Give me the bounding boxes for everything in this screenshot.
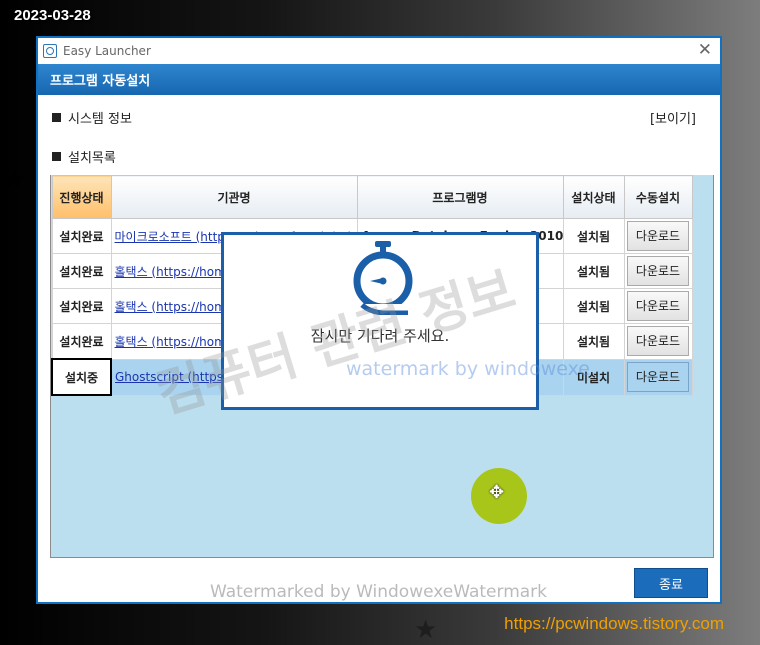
watermark-windowexe: watermark by windowexe xyxy=(346,358,590,380)
cell-status: 설치완료 xyxy=(51,218,112,254)
column-header-status[interactable]: 진행상태 xyxy=(51,175,112,219)
cell-action: 다운로드 xyxy=(623,288,693,324)
cell-install-state: 설치됨 xyxy=(562,253,625,289)
cell-status: 설치완료 xyxy=(51,253,112,289)
table-header-row: 진행상태 기관명 프로그램명 설치상태 수동설치 xyxy=(51,175,693,219)
cell-status: 설치완료 xyxy=(51,288,112,324)
column-header-manual-install[interactable]: 수동설치 xyxy=(623,175,693,219)
install-list-label: 설치목록 xyxy=(68,151,116,166)
cell-status: 설치중 xyxy=(51,358,112,396)
column-header-install-state[interactable]: 설치상태 xyxy=(562,175,625,219)
close-icon[interactable]: ✕ xyxy=(698,40,712,60)
download-button[interactable]: 다운로드 xyxy=(627,362,689,392)
cell-action: 다운로드 xyxy=(623,358,693,396)
cell-install-state: 설치됨 xyxy=(562,288,625,324)
title-bar[interactable]: Easy Launcher ✕ xyxy=(38,38,720,64)
cell-status: 설치완료 xyxy=(51,323,112,360)
date-stamp: 2023-03-28 xyxy=(14,7,91,24)
easy-launcher-window: Easy Launcher ✕ 프로그램 자동설치 시스템 정보 [보이기] 설… xyxy=(36,36,722,604)
window-title: Easy Launcher xyxy=(63,44,151,58)
download-button[interactable]: 다운로드 xyxy=(627,221,689,251)
install-list-section: 설치목록 xyxy=(52,147,116,166)
page-header: 프로그램 자동설치 xyxy=(38,64,720,95)
cell-install-state: 설치됨 xyxy=(562,218,625,254)
download-button[interactable]: 다운로드 xyxy=(627,256,689,286)
bullet-square-icon xyxy=(52,113,61,122)
bullet-square-icon xyxy=(52,152,61,161)
org-link[interactable]: 홀택스 (https://hom xyxy=(115,300,226,314)
star-decoration-icon: ★ xyxy=(3,165,27,195)
page-title: 프로그램 자동설치 xyxy=(50,74,151,89)
cell-action: 다운로드 xyxy=(623,323,693,360)
app-launcher-icon xyxy=(43,44,57,58)
show-system-info-link[interactable]: [보이기] xyxy=(650,108,696,127)
exit-button[interactable]: 종료 xyxy=(634,568,708,598)
column-header-org[interactable]: 기관명 xyxy=(110,175,358,219)
column-header-program[interactable]: 프로그램명 xyxy=(356,175,564,219)
cell-action: 다운로드 xyxy=(623,253,693,289)
system-info-section: 시스템 정보 xyxy=(52,108,132,127)
site-url-watermark: https://pcwindows.tistory.com xyxy=(504,614,724,633)
download-button[interactable]: 다운로드 xyxy=(627,291,689,321)
cell-install-state: 설치됨 xyxy=(562,323,625,360)
watermark-bottom: Watermarked by WindowexeWatermark xyxy=(210,582,548,602)
system-info-label: 시스템 정보 xyxy=(68,112,132,127)
org-link[interactable]: 홀택스 (https://hom xyxy=(115,265,226,279)
download-button[interactable]: 다운로드 xyxy=(627,326,689,357)
cell-action: 다운로드 xyxy=(623,218,693,254)
mouse-cursor-highlight xyxy=(471,468,527,524)
